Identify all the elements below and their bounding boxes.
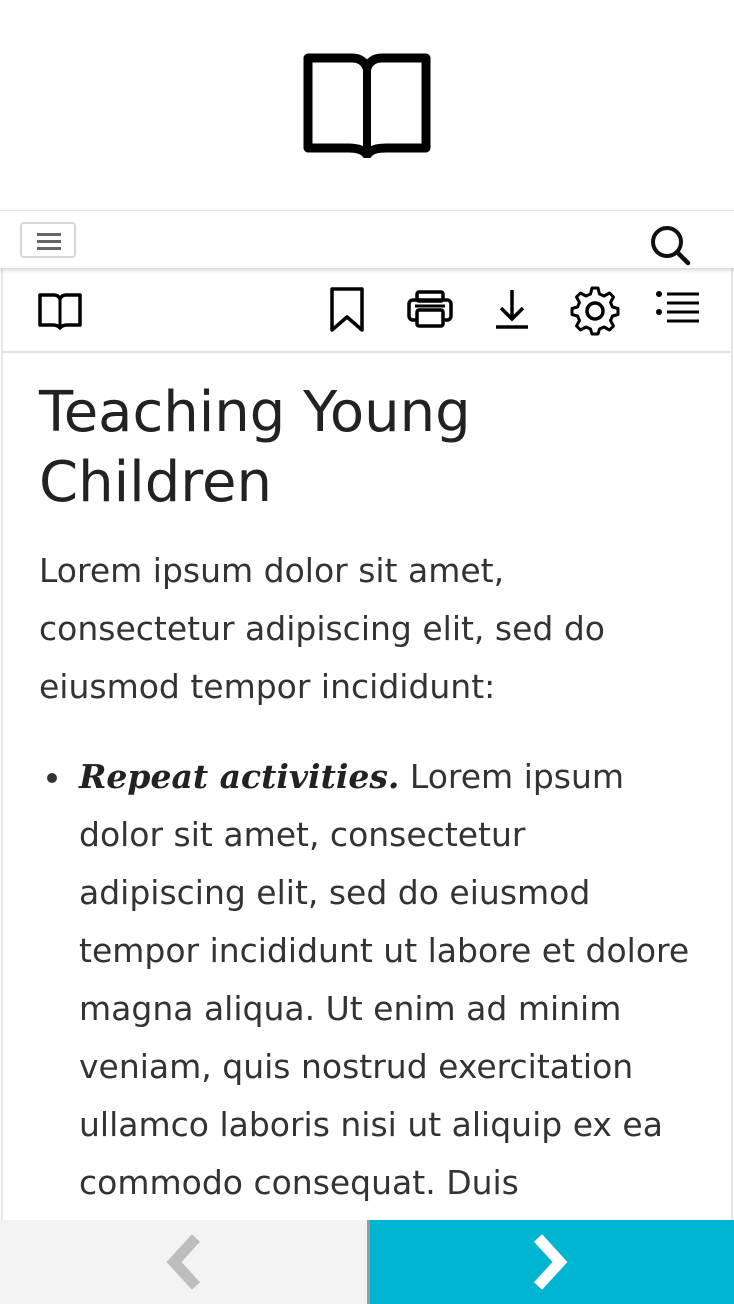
chevron-left-icon bbox=[166, 1234, 201, 1290]
settings-button[interactable] bbox=[570, 286, 620, 336]
next-page-button[interactable] bbox=[367, 1220, 734, 1304]
search-icon bbox=[651, 226, 691, 266]
intro-paragraph: Lorem ipsum dolor sit amet, consectetur … bbox=[39, 551, 605, 706]
download-button[interactable] bbox=[488, 286, 538, 336]
page-navigation bbox=[0, 1220, 734, 1304]
bookmark-icon bbox=[330, 287, 364, 332]
download-icon bbox=[496, 290, 528, 329]
page-title: Teaching Young Children bbox=[39, 380, 471, 515]
activity-list: Repeat activities. Lorem ipsum dolor sit… bbox=[39, 748, 699, 1212]
table-of-contents-button[interactable] bbox=[653, 286, 703, 336]
contents-button[interactable] bbox=[35, 286, 85, 336]
reader-toolbar bbox=[3, 268, 731, 353]
site-header bbox=[0, 0, 734, 210]
bookmark-button[interactable] bbox=[323, 286, 373, 336]
menu-button[interactable] bbox=[20, 222, 76, 258]
chevron-right-icon bbox=[533, 1234, 568, 1290]
hamburger-icon bbox=[37, 233, 61, 250]
item-text: Lorem ipsum dolor sit amet, consectetur … bbox=[79, 757, 690, 1202]
item-title: Repeat activities. bbox=[79, 757, 400, 796]
search-button[interactable] bbox=[648, 223, 692, 267]
print-button[interactable] bbox=[405, 286, 455, 336]
print-icon bbox=[407, 290, 453, 328]
book-logo-icon[interactable] bbox=[302, 52, 432, 158]
previous-page-button[interactable] bbox=[0, 1220, 367, 1304]
list-item: Repeat activities. Lorem ipsum dolor sit… bbox=[47, 748, 699, 1212]
bullet-icon bbox=[47, 773, 57, 783]
article-content: Teaching Young Children Lorem ipsum dolo… bbox=[39, 378, 699, 1212]
top-bar bbox=[0, 210, 734, 268]
gear-icon bbox=[570, 286, 620, 336]
open-book-icon bbox=[38, 293, 82, 330]
reader-frame: Teaching Young Children Lorem ipsum dolo… bbox=[1, 268, 733, 1304]
list-icon bbox=[656, 291, 699, 323]
